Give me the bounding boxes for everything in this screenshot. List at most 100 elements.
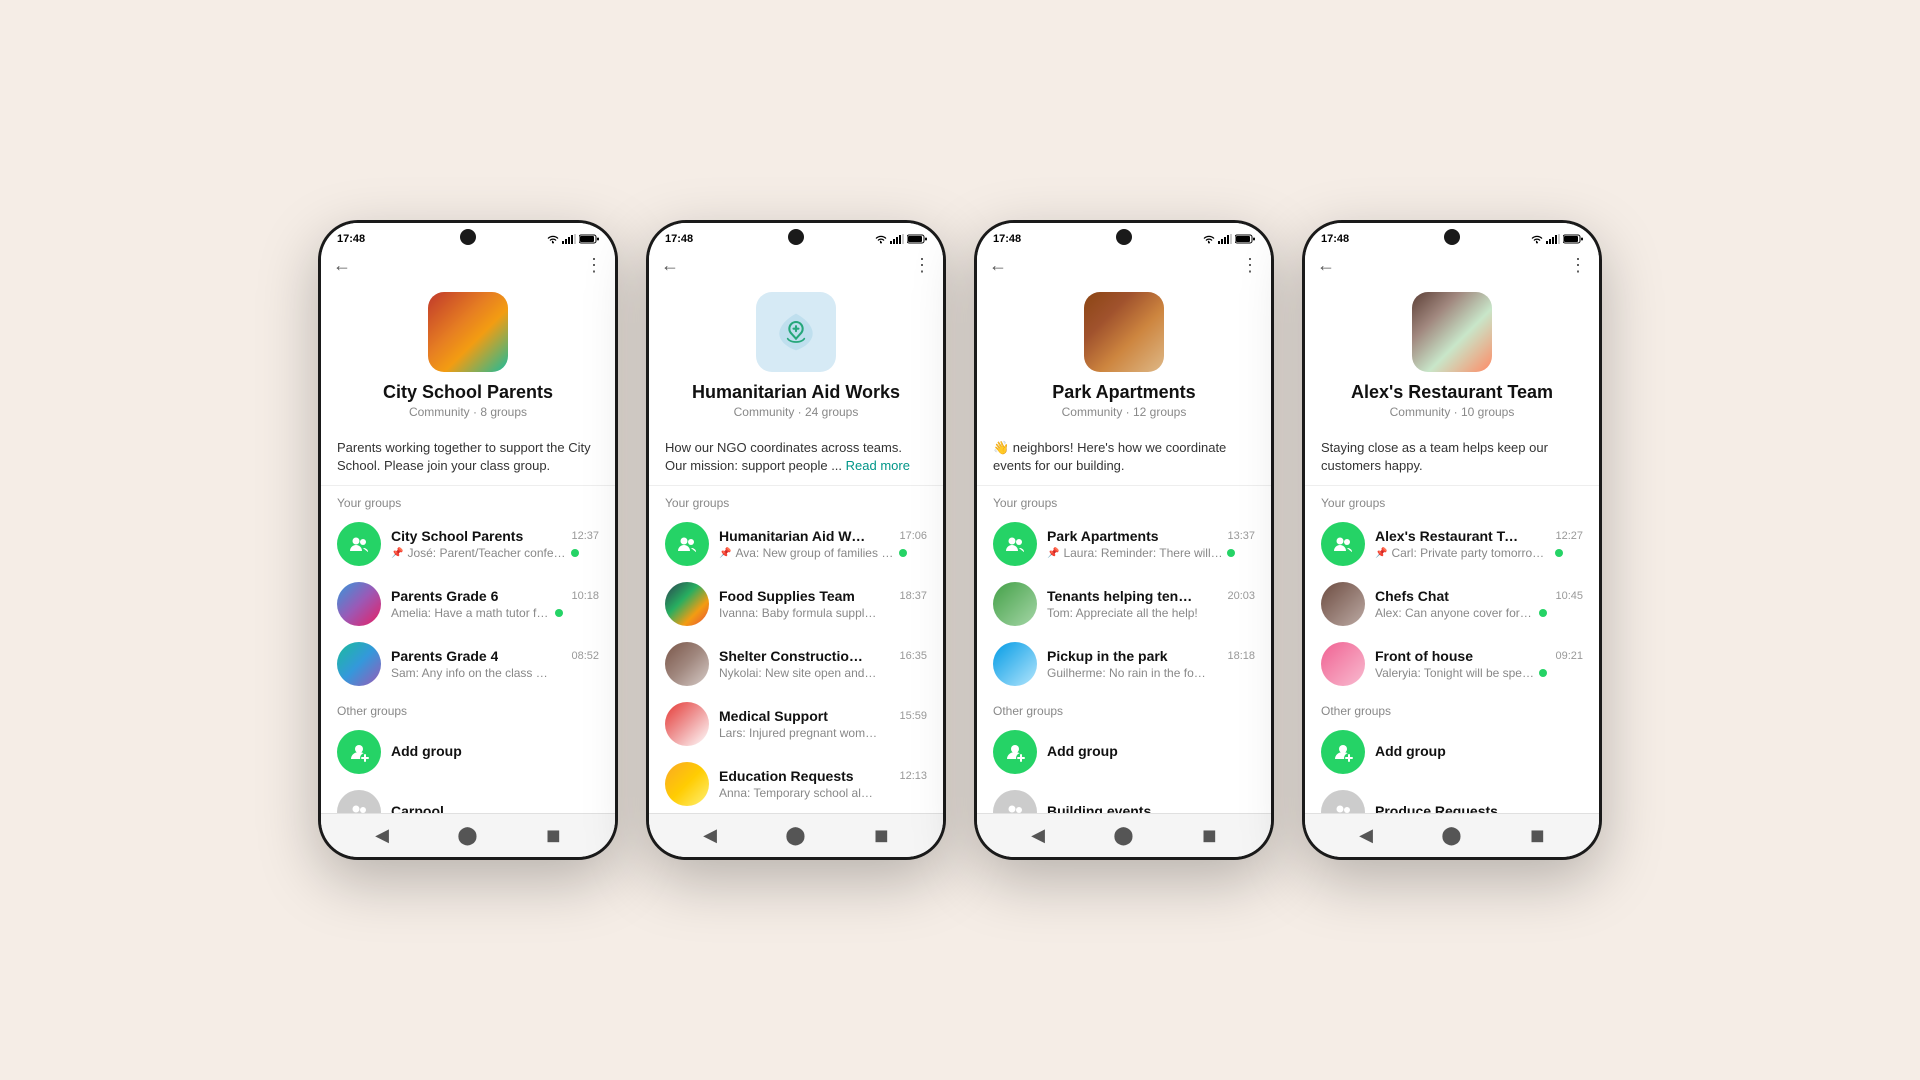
add-group-avatar (1321, 730, 1365, 774)
back-button[interactable]: ◀ (375, 825, 389, 846)
community-sub: Community · 12 groups (1062, 405, 1187, 419)
bottom-nav: ◀ ⬤ ◼ (649, 813, 943, 857)
group-name: Front of house (1375, 648, 1473, 664)
read-more-link[interactable]: Read more (846, 458, 910, 473)
online-dot (555, 609, 563, 617)
group-item[interactable]: Building events (977, 782, 1271, 813)
your-groups-label: Your groups (977, 486, 1271, 514)
bottom-nav: ◀ ⬤ ◼ (977, 813, 1271, 857)
more-icon[interactable]: ⋮ (585, 255, 603, 276)
group-time: 16:35 (899, 650, 927, 662)
notch (1116, 229, 1132, 245)
group-item[interactable]: Education Requests 12:13 Anna: Temporary… (649, 754, 943, 813)
top-nav: ← ⋮ (649, 251, 943, 284)
group-info: Shelter Construction Team 16:35 Nykolai:… (719, 648, 927, 680)
phone-screen: 17:48 ← ⋮ Humanitarian Aid Works C (649, 223, 943, 857)
recents-button[interactable]: ◼ (1202, 825, 1217, 846)
group-time: 18:18 (1227, 650, 1255, 662)
group-name: Education Requests (719, 768, 854, 784)
group-item[interactable]: Park Apartments 13:37 📌 Laura: Reminder:… (977, 514, 1271, 574)
group-msg: Ivanna: Baby formula supplies running ..… (719, 606, 879, 620)
pin-icon: 📌 (391, 548, 403, 559)
group-item[interactable]: Add group (977, 722, 1271, 782)
group-info: Alex's Restaurant Team 12:27 📌 Carl: Pri… (1375, 528, 1583, 560)
community-avatar (1412, 292, 1492, 372)
status-time: 17:48 (665, 233, 693, 245)
group-msg: Ava: New group of families waitin... (735, 546, 895, 560)
group-name: Add group (1047, 743, 1118, 759)
other-groups-label: Other groups (1305, 694, 1599, 722)
back-button[interactable]: ◀ (703, 825, 717, 846)
group-info: Chefs Chat 10:45 Alex: Can anyone cover … (1375, 588, 1583, 620)
home-button[interactable]: ⬤ (1113, 825, 1133, 846)
group-info: Humanitarian Aid Works 17:06 📌 Ava: New … (719, 528, 927, 560)
group-item[interactable]: Carpool (321, 782, 615, 813)
group-item[interactable]: Parents Grade 4 08:52 Sam: Any info on t… (321, 634, 615, 694)
back-button[interactable]: ◀ (1359, 825, 1373, 846)
group-time: 17:06 (899, 530, 927, 542)
recents-button[interactable]: ◼ (874, 825, 889, 846)
recents-button[interactable]: ◼ (546, 825, 561, 846)
group-item[interactable]: Shelter Construction Team 16:35 Nykolai:… (649, 634, 943, 694)
back-icon[interactable]: ← (661, 255, 679, 276)
community-header: Park Apartments Community · 12 groups (977, 284, 1271, 431)
group-item[interactable]: Add group (1305, 722, 1599, 782)
group-name: Pickup in the park (1047, 648, 1168, 664)
back-button[interactable]: ◀ (1031, 825, 1045, 846)
status-icons (547, 234, 599, 244)
community-header: City School Parents Community · 8 groups (321, 284, 615, 431)
phone-screen: 17:48 ← ⋮ City School Parents Community … (321, 223, 615, 857)
group-photo-avatar (665, 762, 709, 806)
group-item[interactable]: Humanitarian Aid Works 17:06 📌 Ava: New … (649, 514, 943, 574)
group-msg: José: Parent/Teacher conferen... (407, 546, 567, 560)
group-msg: Valeryia: Tonight will be special! (1375, 666, 1535, 680)
other-group-avatar (337, 790, 381, 813)
more-icon[interactable]: ⋮ (1569, 255, 1587, 276)
community-sub: Community · 10 groups (1390, 405, 1515, 419)
group-name: Building events (1047, 803, 1151, 813)
back-icon[interactable]: ← (1317, 255, 1335, 276)
community-name: Park Apartments (1052, 382, 1195, 403)
home-button[interactable]: ⬤ (1441, 825, 1461, 846)
group-item[interactable]: Parents Grade 6 10:18 Amelia: Have a mat… (321, 574, 615, 634)
group-photo-avatar (337, 582, 381, 626)
group-item[interactable]: Alex's Restaurant Team 12:27 📌 Carl: Pri… (1305, 514, 1599, 574)
groups-section: Your groups City School Parents 12:37 📌 … (321, 486, 615, 813)
group-item[interactable]: Chefs Chat 10:45 Alex: Can anyone cover … (1305, 574, 1599, 634)
group-item[interactable]: Front of house 09:21 Valeryia: Tonight w… (1305, 634, 1599, 694)
back-icon[interactable]: ← (989, 255, 1007, 276)
group-info: Pickup in the park 18:18 Guilherme: No r… (1047, 648, 1255, 680)
more-icon[interactable]: ⋮ (1241, 255, 1259, 276)
home-button[interactable]: ⬤ (457, 825, 477, 846)
recents-button[interactable]: ◼ (1530, 825, 1545, 846)
group-info: Parents Grade 6 10:18 Amelia: Have a mat… (391, 588, 599, 620)
group-item[interactable]: Tenants helping tenants 20:03 Tom: Appre… (977, 574, 1271, 634)
group-photo-avatar (337, 642, 381, 686)
group-item[interactable]: Food Supplies Team 18:37 Ivanna: Baby fo… (649, 574, 943, 634)
group-info: Add group (1375, 743, 1583, 761)
group-msg: Amelia: Have a math tutor for the... (391, 606, 551, 620)
community-name: City School Parents (383, 382, 553, 403)
group-item[interactable]: Add group (321, 722, 615, 782)
group-item[interactable]: City School Parents 12:37 📌 José: Parent… (321, 514, 615, 574)
group-item[interactable]: Produce Requests (1305, 782, 1599, 813)
home-button[interactable]: ⬤ (785, 825, 805, 846)
group-info: Carpool (391, 803, 599, 813)
status-time: 17:48 (993, 233, 1021, 245)
status-icons (1203, 234, 1255, 244)
top-nav: ← ⋮ (321, 251, 615, 284)
group-msg: Alex: Can anyone cover for me? (1375, 606, 1535, 620)
more-icon[interactable]: ⋮ (913, 255, 931, 276)
group-time: 08:52 (571, 650, 599, 662)
your-groups-label: Your groups (1305, 486, 1599, 514)
group-info: Tenants helping tenants 20:03 Tom: Appre… (1047, 588, 1255, 620)
group-name: Tenants helping tenants (1047, 588, 1197, 604)
status-bar: 17:48 (649, 223, 943, 251)
top-nav: ← ⋮ (977, 251, 1271, 284)
back-icon[interactable]: ← (333, 255, 351, 276)
phone-alex-restaurant: 17:48 ← ⋮ Alex's Restaurant Team Communi… (1302, 220, 1602, 860)
group-item[interactable]: Pickup in the park 18:18 Guilherme: No r… (977, 634, 1271, 694)
group-time: 09:21 (1555, 650, 1583, 662)
other-groups-label: Other groups (321, 694, 615, 722)
group-item[interactable]: Medical Support 15:59 Lars: Injured preg… (649, 694, 943, 754)
